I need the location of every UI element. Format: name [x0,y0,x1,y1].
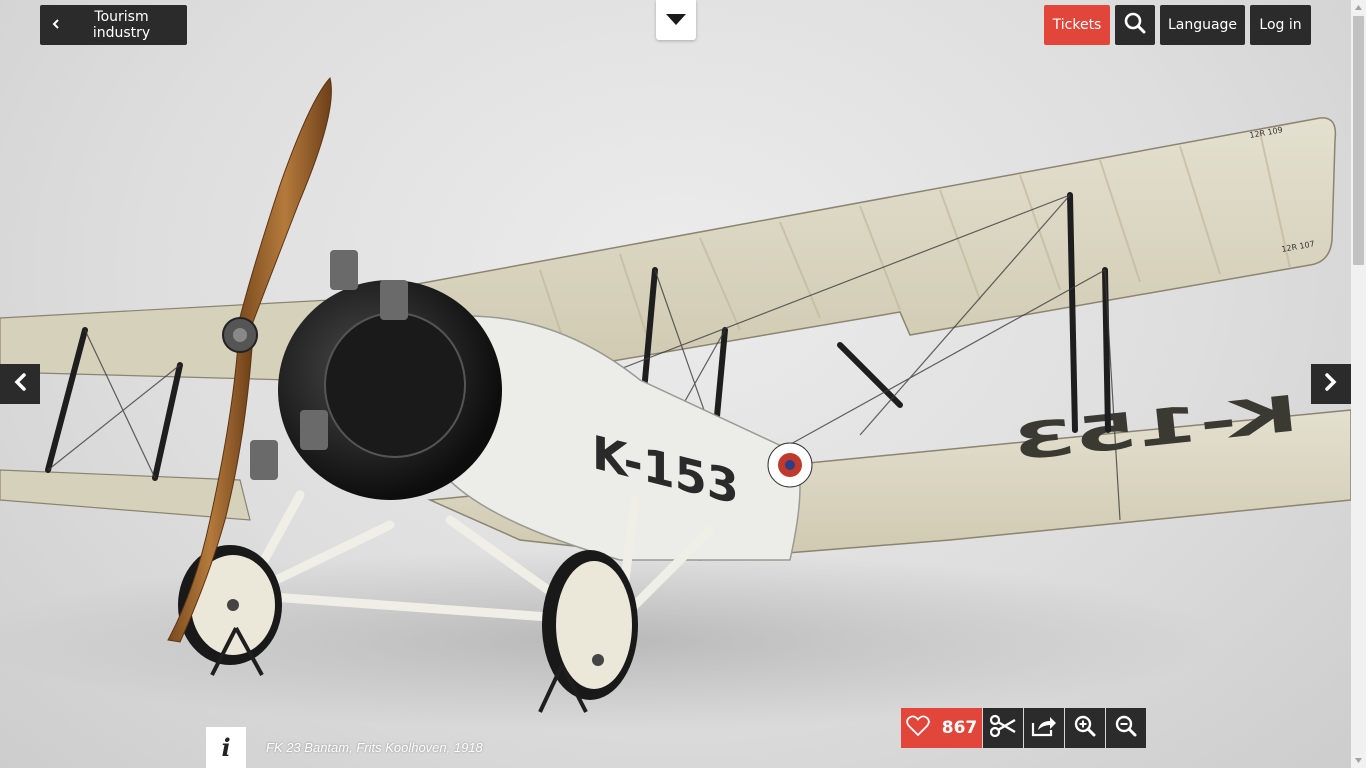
caret-down-icon [666,11,686,30]
zoom-in-icon [1074,715,1096,741]
back-to-tourism-industry-button[interactable]: Tourism industry [40,5,187,45]
menu-dropdown-toggle[interactable] [656,0,696,40]
scroll-thumb[interactable] [1353,16,1364,265]
zoom-in-button[interactable] [1065,708,1105,748]
zoom-out-button[interactable] [1106,708,1146,748]
like-button[interactable]: 867 [901,708,982,748]
scissors-icon [989,714,1016,741]
search-button[interactable] [1115,5,1155,45]
search-icon [1124,12,1146,38]
share-icon [1031,715,1057,741]
page-scrollbar[interactable] [1351,0,1366,768]
artwork-viewer: 12R 109 12R 107 K-153 K-153 [0,0,1351,768]
scroll-up-arrow[interactable] [1351,0,1366,15]
share-button[interactable] [1024,708,1064,748]
login-button[interactable]: Log in [1250,5,1311,45]
chevron-left-icon [52,18,60,33]
next-image-button[interactable] [1311,364,1351,404]
scroll-down-arrow[interactable] [1351,753,1366,768]
crop-button[interactable] [983,708,1023,748]
previous-image-button[interactable] [0,364,40,404]
tickets-button[interactable]: Tickets [1044,5,1110,45]
like-count: 867 [941,718,978,738]
heart-icon [905,714,930,742]
zoom-out-icon [1115,715,1137,741]
arrow-right-icon [1324,373,1338,395]
info-button[interactable]: i [206,727,246,768]
back-button-label: Tourism industry [92,9,151,41]
arrow-left-icon [13,373,27,395]
info-icon: i [221,733,231,762]
biplane-image: 12R 109 12R 107 K-153 K-153 [0,76,1351,730]
language-button[interactable]: Language [1160,5,1245,45]
artwork-caption: FK 23 Bantam, Frits Koolhoven, 1918 [266,740,483,755]
image-toolbar: 867 [901,708,1146,748]
